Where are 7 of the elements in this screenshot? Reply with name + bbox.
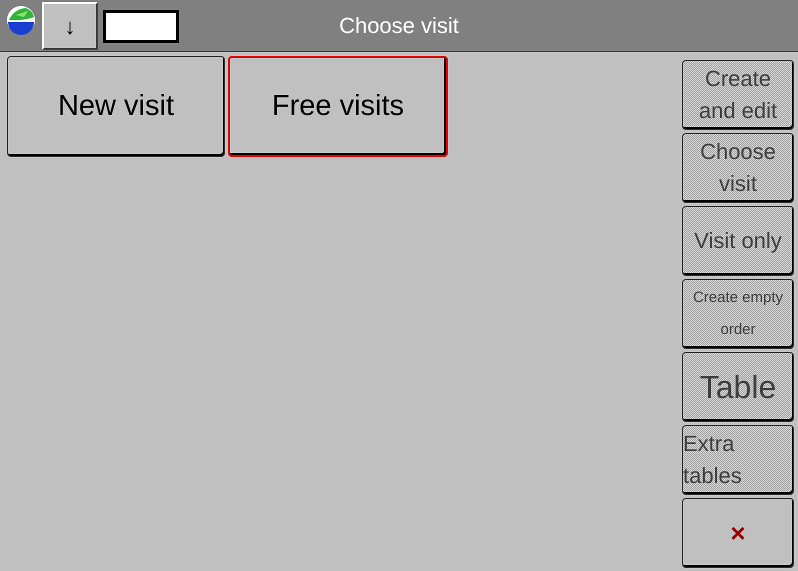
- input-field[interactable]: [103, 10, 179, 43]
- down-arrow-button[interactable]: ↓: [42, 2, 98, 50]
- window-title: Choose visit: [339, 12, 459, 40]
- globe-icon: [6, 5, 36, 35]
- visit-button[interactable]: New visit: [7, 56, 225, 157]
- visit-button[interactable]: Free visits: [228, 56, 448, 157]
- close-button[interactable]: ×: [682, 498, 794, 568]
